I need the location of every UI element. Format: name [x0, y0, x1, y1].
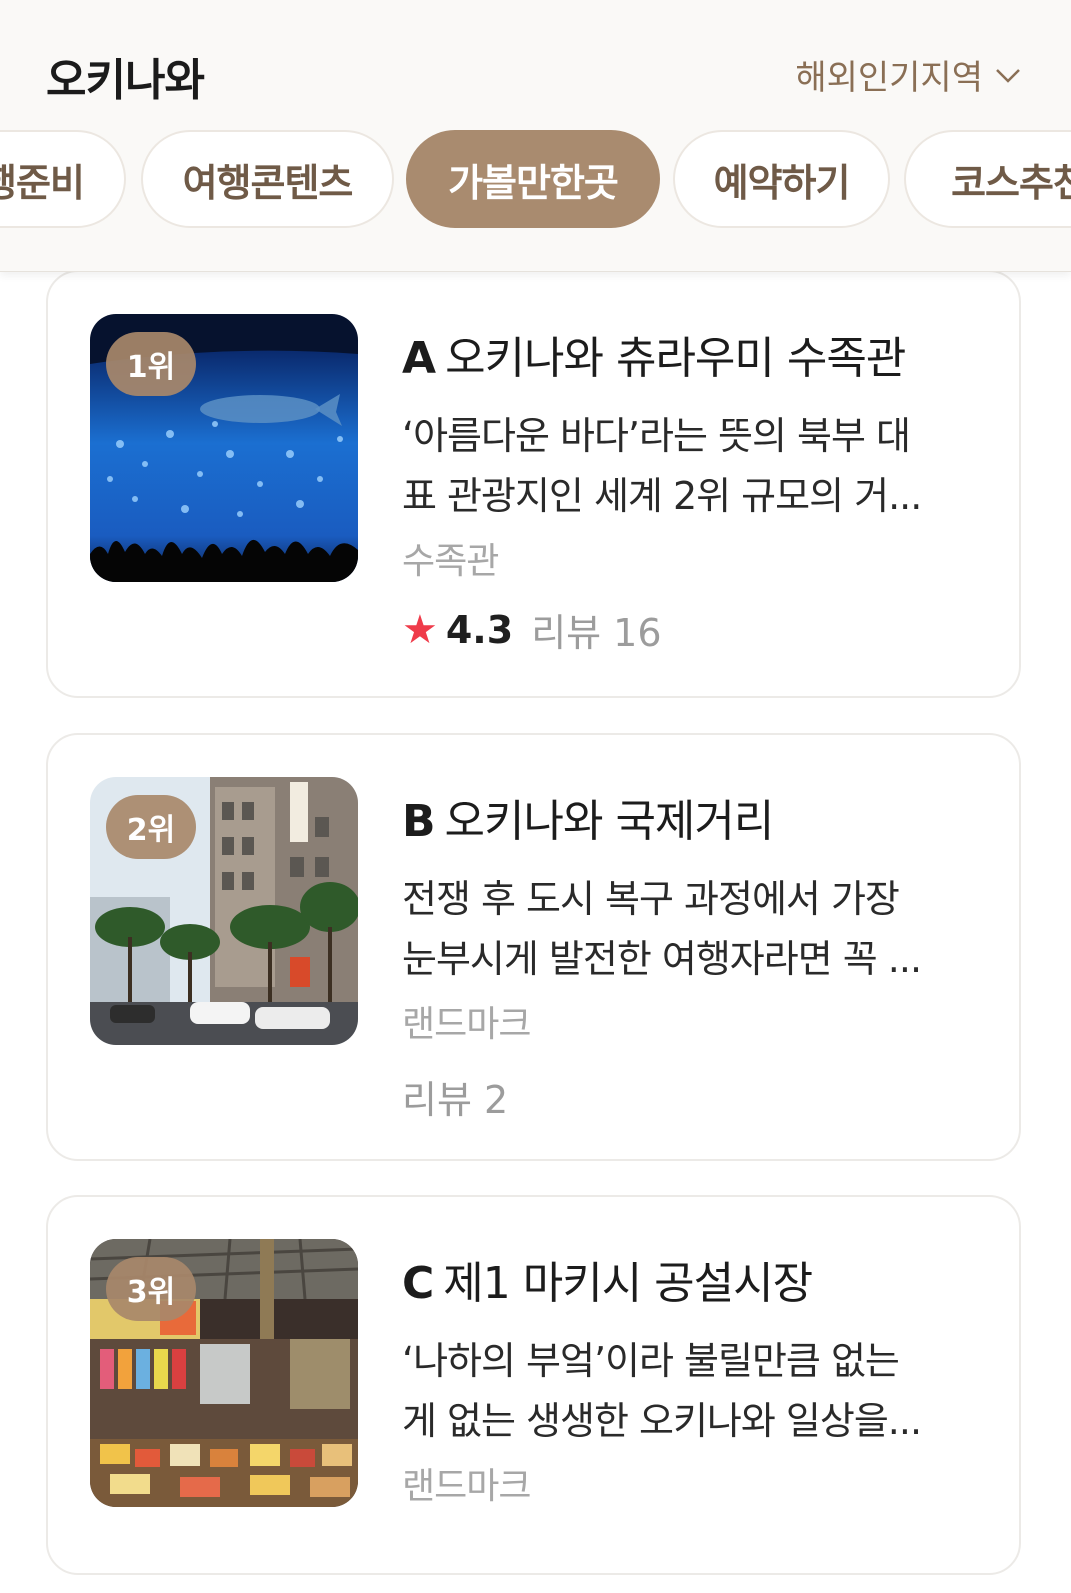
rank-badge: 1위 [106, 332, 196, 396]
description-line: 게 없는 생생한 오키나와 일상을... [402, 1399, 922, 1443]
place-thumbnail: 1위 [90, 314, 358, 582]
region-dropdown[interactable]: 해외인기지역 [795, 50, 1023, 99]
description-line: 표 관광지인 세계 2위 규모의 거... [402, 474, 922, 518]
rating-row: ★ 4.3 리뷰 16 [402, 602, 982, 657]
rating-row: 리뷰 2 [402, 1069, 982, 1124]
place-category: 랜드마크 [402, 1004, 531, 1045]
place-title: 오키나와 츄라우미 수족관 [445, 333, 906, 384]
rank-badge: 2위 [106, 795, 196, 859]
tab-travel-prep[interactable]: 행준비 [0, 130, 126, 228]
page-title: 오키나와 [46, 55, 205, 106]
tab-attractions[interactable]: 가볼만한곳 [406, 130, 660, 228]
description-line: 전쟁 후 도시 복구 과정에서 가장 [402, 877, 900, 921]
place-name: B 오키나와 국제거리 [402, 785, 982, 849]
rating-score: 4.3 [445, 607, 514, 652]
place-card[interactable]: 3위 C 제1 마키시 공설시장 ‘나하의 부엌’이라 불릴만큼 없는 게 없는 … [46, 1195, 1021, 1575]
place-letter: C [402, 1258, 434, 1309]
place-card[interactable]: 2위 B 오키나와 국제거리 전쟁 후 도시 복구 과정에서 가장 눈부시게 발전… [46, 733, 1021, 1161]
region-dropdown-label: 해외인기지역 [795, 58, 983, 98]
place-category: 수족관 [402, 541, 499, 582]
place-title: 제1 마키시 공설시장 [443, 1258, 813, 1309]
chevron-down-icon [996, 68, 1020, 83]
star-icon: ★ [402, 606, 438, 653]
tab-travel-content[interactable]: 여행콘텐츠 [141, 130, 394, 228]
tab-course-recommendation[interactable]: 코스추천 [904, 130, 1071, 228]
place-card[interactable]: 1위 A 오키나와 츄라우미 수족관 ‘아름다운 바다’라는 뜻의 북부 대 표 … [46, 270, 1021, 698]
review-count: 리뷰 2 [402, 1078, 509, 1122]
place-letter: A [402, 333, 436, 384]
place-description: ‘아름다운 바다’라는 뜻의 북부 대 표 관광지인 세계 2위 규모의 거..… [402, 406, 982, 526]
place-category: 랜드마크 [402, 1466, 531, 1507]
place-title: 오키나와 국제거리 [444, 796, 775, 847]
place-name: A 오키나와 츄라우미 수족관 [402, 322, 982, 386]
description-line: ‘나하의 부엌’이라 불릴만큼 없는 [402, 1339, 900, 1383]
place-name: C 제1 마키시 공설시장 [402, 1247, 982, 1311]
place-thumbnail: 2위 [90, 777, 358, 1045]
place-letter: B [402, 796, 436, 847]
rank-badge: 3위 [106, 1257, 196, 1321]
place-thumbnail: 3위 [90, 1239, 358, 1507]
category-tabs: 행준비 여행콘텐츠 가볼만한곳 예약하기 코스추천 [0, 130, 1071, 228]
place-description: ‘나하의 부엌’이라 불릴만큼 없는 게 없는 생생한 오키나와 일상을... [402, 1331, 982, 1451]
place-description: 전쟁 후 도시 복구 과정에서 가장 눈부시게 발전한 여행자라면 꼭 ... [402, 869, 982, 989]
top-header: 오키나와 해외인기지역 행준비 여행콘텐츠 가볼만한곳 예약하기 코스추천 [0, 0, 1071, 272]
description-line: ‘아름다운 바다’라는 뜻의 북부 대 [402, 414, 911, 458]
tab-booking[interactable]: 예약하기 [673, 130, 890, 228]
description-line: 눈부시게 발전한 여행자라면 꼭 ... [402, 937, 922, 981]
review-count: 리뷰 16 [531, 611, 662, 655]
